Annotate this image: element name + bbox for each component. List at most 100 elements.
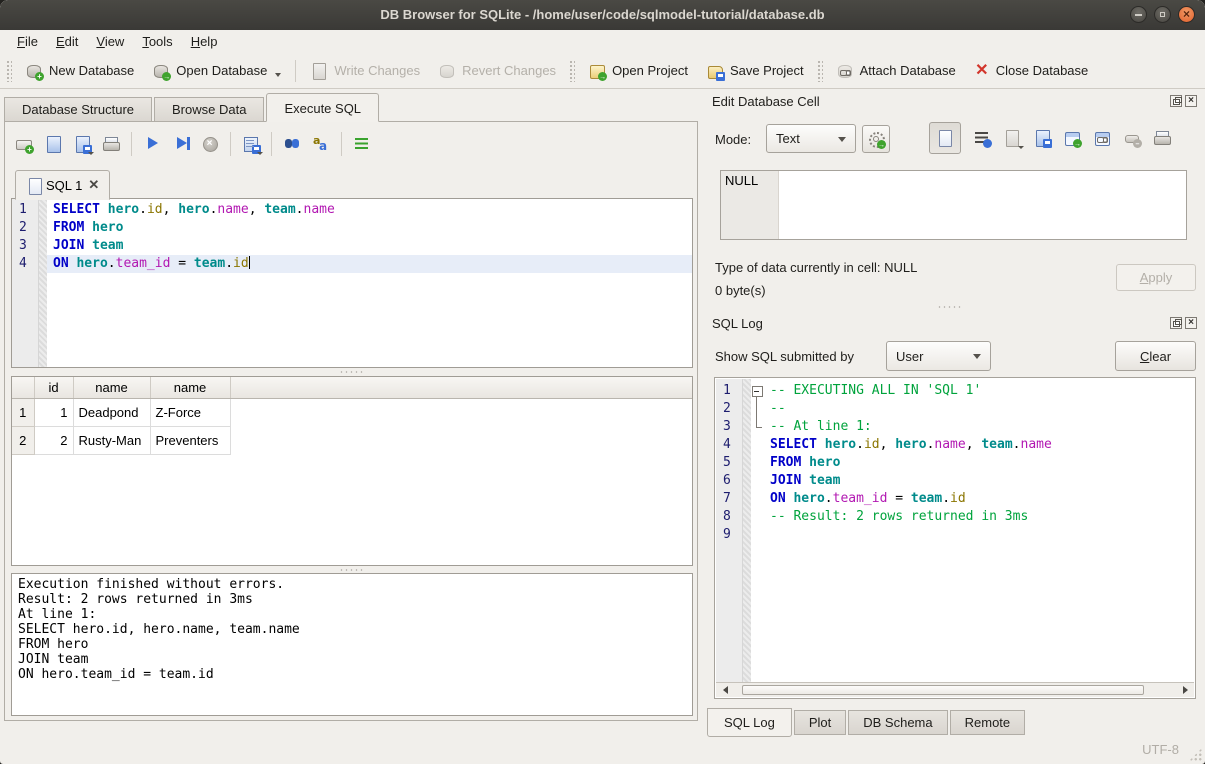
export-data-icon[interactable] <box>1063 129 1081 147</box>
results-header-id[interactable]: id <box>34 377 73 398</box>
open-project-button[interactable]: Open Project <box>579 58 697 84</box>
text-document-icon <box>936 129 954 147</box>
sql-log-view[interactable]: 1-- EXECUTING ALL IN 'SQL 1'2--3-- At li… <box>714 377 1196 699</box>
cell-id[interactable]: 2 <box>34 426 73 454</box>
code-line: 4SELECT hero.id, hero.name, team.name <box>716 436 1194 454</box>
fold-collapse-icon[interactable] <box>751 382 764 400</box>
apply-button: Apply <box>1116 264 1196 291</box>
cell-type-text: Type of data currently in cell: NULL <box>715 260 917 275</box>
print-icon[interactable] <box>102 135 120 153</box>
float-dock-icon[interactable] <box>1170 317 1182 329</box>
window-controls <box>1130 6 1195 23</box>
menu-file[interactable]: File <box>8 32 47 51</box>
clear-log-button[interactable]: Clear <box>1115 341 1196 371</box>
cell-hero-name[interactable]: Rusty-Man <box>73 426 150 454</box>
code-line: 2-- <box>716 400 1194 418</box>
export-results-icon[interactable] <box>242 135 260 153</box>
attach-database-icon <box>836 62 854 80</box>
scrollbar-thumb[interactable] <box>742 685 1144 695</box>
dock-splitter-handle[interactable] <box>930 303 970 310</box>
results-header-row: id name name <box>12 377 692 398</box>
cell-team-name[interactable]: Z-Force <box>150 398 230 426</box>
horizontal-scrollbar[interactable] <box>716 682 1194 697</box>
float-dock-icon[interactable] <box>1170 95 1182 107</box>
resize-grip[interactable] <box>1189 748 1202 761</box>
save-project-button[interactable]: Save Project <box>697 58 813 84</box>
row-header[interactable]: 2 <box>12 426 34 454</box>
new-database-icon <box>25 62 43 80</box>
tab-database-structure[interactable]: Database Structure <box>4 97 152 122</box>
splitter-handle[interactable] <box>11 368 693 375</box>
sql-file-icon <box>26 177 40 193</box>
open-database-button[interactable]: Open Database <box>143 58 290 84</box>
new-sql-tab-icon[interactable] <box>15 135 33 153</box>
scroll-left-icon[interactable] <box>718 684 732 696</box>
write-changes-icon <box>310 62 328 80</box>
find-icon[interactable] <box>283 135 301 153</box>
results-grid[interactable]: id name name 1 1 Deadpond Z-Force 2 2 Ru… <box>11 376 693 566</box>
menu-tools[interactable]: Tools <box>133 32 181 51</box>
cell-hero-name[interactable]: Deadpond <box>73 398 150 426</box>
splitter-handle[interactable] <box>11 566 693 573</box>
open-project-icon <box>588 62 606 80</box>
menu-edit[interactable]: Edit <box>47 32 87 51</box>
close-button[interactable] <box>1178 6 1195 23</box>
word-wrap-icon[interactable] <box>973 129 991 147</box>
import-data-icon[interactable] <box>1033 129 1051 147</box>
execution-message[interactable]: Execution finished without errors. Resul… <box>11 573 693 716</box>
title-bar[interactable]: DB Browser for SQLite - /home/user/code/… <box>0 0 1205 30</box>
open-sql-file-icon[interactable] <box>44 135 62 153</box>
tab-plot[interactable]: Plot <box>794 710 846 735</box>
gear-icon <box>867 130 885 148</box>
menu-view[interactable]: View <box>87 32 133 51</box>
close-dock-icon[interactable] <box>1185 317 1197 329</box>
mode-combobox[interactable]: Text <box>766 124 856 153</box>
results-corner-header[interactable] <box>12 377 34 398</box>
results-header-name1[interactable]: name <box>73 377 150 398</box>
cell-team-name[interactable]: Preventers <box>150 426 230 454</box>
minimize-button[interactable] <box>1130 6 1147 23</box>
tab-browse-data[interactable]: Browse Data <box>154 97 264 122</box>
encoding-indicator: UTF-8 <box>1142 742 1179 757</box>
cell-editor-toolbar <box>929 122 1171 154</box>
tab-execute-sql[interactable]: Execute SQL <box>266 93 379 122</box>
execute-line-icon[interactable] <box>172 135 190 153</box>
execute-all-icon[interactable] <box>143 135 161 153</box>
menu-help[interactable]: Help <box>182 32 227 51</box>
sql-log-dock-title: SQL Log <box>712 316 763 331</box>
sql-log-content[interactable]: 1-- EXECUTING ALL IN 'SQL 1'2--3-- At li… <box>716 379 1194 682</box>
toolbar-drag-handle[interactable] <box>817 60 823 82</box>
code-line: 9 <box>716 526 1194 544</box>
tab-db-schema[interactable]: DB Schema <box>848 710 947 735</box>
tab-remote[interactable]: Remote <box>950 710 1026 735</box>
main-tab-bar: Database Structure Browse Data Execute S… <box>4 93 381 122</box>
edit-cell-dock-title: Edit Database Cell <box>712 94 820 109</box>
print-cell-icon[interactable] <box>1153 129 1171 147</box>
toolbar-drag-handle[interactable] <box>6 60 12 82</box>
link-data-icon[interactable] <box>1093 129 1111 147</box>
sql-editor[interactable]: 1SELECT hero.id, hero.name, team.name2FR… <box>11 198 693 368</box>
results-header-name2[interactable]: name <box>150 377 230 398</box>
close-dock-icon[interactable] <box>1185 95 1197 107</box>
auto-apply-button[interactable] <box>862 125 890 153</box>
cell-editor[interactable]: NULL <box>720 170 1187 240</box>
close-tab-icon[interactable] <box>88 177 99 193</box>
maximize-button[interactable] <box>1154 6 1171 23</box>
new-database-button[interactable]: New Database <box>16 58 143 84</box>
row-header[interactable]: 1 <box>12 398 34 426</box>
open-database-dropdown-icon[interactable] <box>275 73 281 77</box>
format-sql-icon[interactable] <box>353 135 371 153</box>
log-filter-combobox[interactable]: User <box>886 341 991 371</box>
write-changes-button: Write Changes <box>301 58 429 84</box>
text-mode-button[interactable] <box>929 122 961 154</box>
tab-sql-log[interactable]: SQL Log <box>707 708 792 737</box>
sql-editor-tab[interactable]: SQL 1 <box>15 170 110 200</box>
toolbar-drag-handle[interactable] <box>569 60 575 82</box>
edit-cell-dock-buttons <box>1170 95 1197 107</box>
cell-id[interactable]: 1 <box>34 398 73 426</box>
find-replace-icon[interactable] <box>312 135 330 153</box>
save-sql-file-icon[interactable] <box>73 135 91 153</box>
attach-database-button[interactable]: Attach Database <box>827 58 965 84</box>
close-database-button[interactable]: ✕ Close Database <box>965 58 1098 84</box>
scroll-right-icon[interactable] <box>1178 684 1192 696</box>
